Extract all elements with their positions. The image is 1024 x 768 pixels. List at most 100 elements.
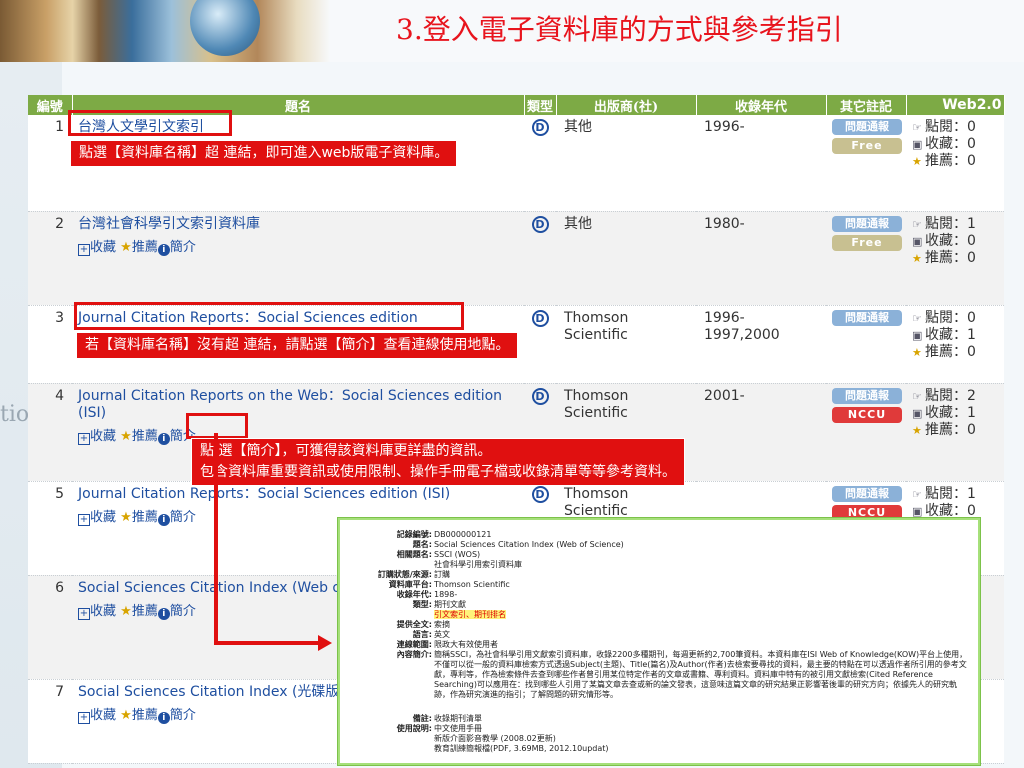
callout-no-link-tip: 若【資料庫名稱】沒有超 連結，請點選【簡介】查看連線使用地點。 [76,332,519,359]
col-header-num[interactable]: 編號 [28,95,73,115]
col-header-years[interactable]: 收錄年代 [696,95,827,115]
highlight-box-title-1 [68,110,232,136]
database-type-icon: D [531,485,549,503]
web-recs: ★ 推薦：0 [912,343,976,360]
collect-link[interactable]: 收藏 [90,510,116,525]
recommend-link[interactable]: 推薦 [132,510,158,525]
collect-link[interactable]: 收藏 [90,604,116,619]
col-header-publisher[interactable]: 出版商(社) [556,95,697,115]
side-text: tio [0,402,30,427]
recommend-link[interactable]: 推薦 [132,708,158,723]
col-header-type[interactable]: 類型 [524,95,557,115]
intro-link[interactable]: 簡介 [170,240,196,255]
web-clicks: ☞ 點閱：2 [912,387,976,404]
database-title-link[interactable]: 台灣社會科學引文索引資料庫 [78,216,524,233]
detail-value: 簡稱SSCI，為社會科學引用文獻索引資料庫，收錄2200多種期刊，每週更新約2,… [434,650,968,699]
star-icon: ★ [120,239,132,255]
star-icon: ★ [912,155,922,168]
recommend-link[interactable]: 推薦 [132,240,158,255]
detail-value[interactable]: 新版介面影音教學 (2008.02更新) [434,734,970,744]
status-badge[interactable]: NCCU [832,406,902,423]
coverage-years: 1996- [696,115,826,212]
web-recs: ★ 推薦：0 [912,421,976,438]
status-badge[interactable]: 問題通報 [832,485,902,502]
detail-value: 索摘 [434,620,450,629]
intro-link[interactable]: 簡介 [170,604,196,619]
callout-intro-line2: 包含資料庫重要資訊或使用限制、操作手冊電子檔或收錄清單等等參考資料。 [200,464,676,480]
plus-box-icon[interactable]: + [78,513,90,526]
detail-label: 使用說明: [396,724,432,733]
detail-label: 收錄年代: [396,590,432,599]
detail-value: DB000000121 [434,530,492,539]
detail-value[interactable]: 教育訓練簡報檔(PDF, 3.69MB, 2012.10updat) [434,744,970,754]
publisher: 其他 [556,211,696,306]
folder-icon: ▣ [912,138,923,151]
row-number: 5 [28,481,72,576]
detail-value: Thomson Scientific [434,580,510,589]
status-badge[interactable]: 問題通報 [832,387,902,404]
plus-box-icon[interactable]: + [78,243,90,256]
recommend-link[interactable]: 推薦 [132,429,158,444]
folder-icon: ▣ [912,328,923,342]
recommend-link[interactable]: 推薦 [132,604,158,619]
web-clicks: ☞ 點閱：0 [912,309,976,326]
collect-link[interactable]: 收藏 [90,708,116,723]
row-number: 7 [28,679,72,764]
hand-icon: ☞ [912,121,922,134]
detail-highlight: 引文索引、期刊排名 [434,610,506,619]
row-number: 2 [28,211,72,306]
collect-link[interactable]: 收藏 [90,429,116,444]
web-saves: ▣ 收藏：1 [912,404,976,421]
row-number: 3 [28,305,72,384]
callout-intro-tip: 點 選【簡介】，可獲得該資料庫更詳盡的資訊。 包含資料庫重要資訊或使用限制、操作… [191,438,685,486]
info-bubble-icon: i [157,432,170,445]
folder-icon: ▣ [912,234,923,248]
hand-icon: ☞ [912,311,922,325]
detail-label: 資料庫平台: [388,580,432,589]
star-icon: ★ [120,509,132,525]
database-type-icon: D [531,119,549,136]
database-title-link[interactable]: Journal Citation Reports on the Web：Soci… [78,388,524,422]
intro-link[interactable]: 簡介 [170,708,196,723]
database-type-icon: D [531,309,549,327]
info-bubble-icon: i [157,607,170,620]
web-saves: ▣ 收藏：0 [912,136,976,152]
detail-value[interactable]: 中文使用手冊 [434,724,970,734]
detail-value[interactable]: 收錄期刊清單 [434,714,970,724]
folder-icon: ▣ [912,406,923,420]
detail-label: 提供全文: [396,620,432,629]
detail-value: 限政大有效使用者 [434,640,498,649]
status-badge[interactable]: 問題通報 [832,119,902,135]
page-title: 3.登入電子資料庫的方式與參考指引 [396,13,843,46]
row-actions: +收藏 ★推薦i簡介 [78,236,524,256]
web-recs: ★ 推薦：0 [912,249,976,266]
star-icon: ★ [912,423,922,437]
star-icon: ★ [120,707,132,723]
plus-box-icon[interactable]: + [78,607,90,620]
database-type-icon: D [531,215,549,233]
col-header-web: Web2.0 [906,95,1005,115]
web-clicks: ☞ 點閱：0 [912,119,976,135]
status-badge[interactable]: 問題通報 [832,215,902,232]
arrow-head-icon [318,635,332,651]
intro-link[interactable]: 簡介 [170,510,196,525]
highlight-box-title-3 [74,302,464,330]
slide-banner: 3.登入電子資料庫的方式與參考指引 [0,0,1024,62]
status-badge[interactable]: Free [832,138,902,154]
plus-box-icon[interactable]: + [78,432,90,445]
detail-value: 訂購 [434,570,450,579]
detail-label: 語言: [412,630,432,639]
callout-hyperlink-tip: 點選【資料庫名稱】超 連結，即可進入web版電子資料庫。 [70,140,458,167]
detail-label: 連線範圍: [396,640,432,649]
star-icon: ★ [120,603,132,619]
database-title-link[interactable]: Journal Citation Reports：Social Sciences… [78,486,524,503]
plus-box-icon[interactable]: + [78,711,90,724]
detail-value: 社會科學引用索引資料庫 [434,560,522,569]
detail-value: 1898- [434,590,458,599]
intro-detail-panel: 記錄編號: DB000000121 題名: Social Sciences Citat… [337,517,981,766]
collect-link[interactable]: 收藏 [90,240,116,255]
info-bubble-icon: i [157,243,170,256]
status-badge[interactable]: 問題通報 [832,309,902,326]
arrow-line-vertical [214,433,218,645]
status-badge[interactable]: Free [832,234,902,251]
